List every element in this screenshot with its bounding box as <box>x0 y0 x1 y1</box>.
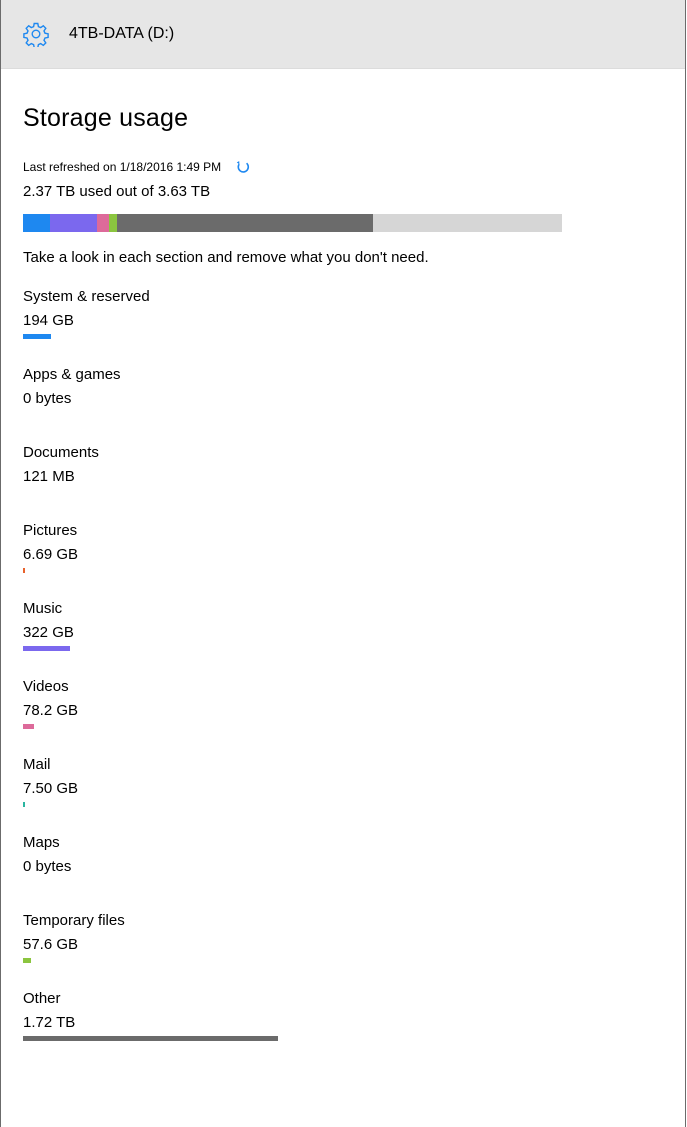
category-name: System & reserved <box>23 288 150 305</box>
total-usage-bar <box>23 214 562 232</box>
hint-text: Take a look in each section and remove w… <box>23 249 429 266</box>
category-item[interactable]: Music 322 GB <box>23 599 685 657</box>
category-usage-bar <box>23 334 52 339</box>
category-item[interactable]: Documents 121 MB <box>23 443 685 501</box>
category-item[interactable]: Apps & games 0 bytes <box>23 365 685 423</box>
category-name: Music <box>23 600 63 617</box>
category-name: Other <box>23 990 61 1007</box>
category-name: Apps & games <box>23 366 121 383</box>
category-item[interactable]: Mail 7.50 GB <box>23 755 685 813</box>
category-usage-bar <box>23 802 25 807</box>
category-size: 6.69 GB <box>23 546 79 563</box>
category-item[interactable]: Other 1.72 TB <box>23 989 685 1047</box>
gear-icon[interactable] <box>23 21 49 47</box>
category-usage-bar <box>23 958 32 963</box>
title-bar: 4TB-DATA (D:) <box>1 0 685 69</box>
usage-segment-other <box>117 214 373 232</box>
category-list: System & reserved 194 GB Apps & games 0 byt… <box>23 287 685 1047</box>
category-name: Maps <box>23 834 60 851</box>
category-size: 322 GB <box>23 624 74 641</box>
usage-segment-system <box>23 214 51 232</box>
window-title: 4TB-DATA (D:) <box>69 25 175 42</box>
category-name: Videos <box>23 678 69 695</box>
category-size: 57.6 GB <box>23 936 79 953</box>
refresh-icon[interactable] <box>235 159 251 175</box>
category-usage-bar <box>23 568 25 573</box>
category-item[interactable]: System & reserved 194 GB <box>23 287 685 345</box>
category-name: Documents <box>23 444 99 461</box>
category-name: Mail <box>23 756 51 773</box>
category-name: Pictures <box>23 522 78 539</box>
storage-content: Storage usage Last refreshed on 1/18/201… <box>1 103 685 1047</box>
category-size: 121 MB <box>23 468 75 485</box>
category-item[interactable]: Pictures 6.69 GB <box>23 521 685 579</box>
category-size: 7.50 GB <box>23 780 79 797</box>
category-size: 194 GB <box>23 312 74 329</box>
last-refreshed-text: Last refreshed on 1/18/2016 1:49 PM <box>23 160 222 174</box>
category-size: 78.2 GB <box>23 702 79 719</box>
category-size: 0 bytes <box>23 390 72 407</box>
category-item[interactable]: Temporary files 57.6 GB <box>23 911 685 969</box>
usage-summary: 2.37 TB used out of 3.63 TB <box>23 183 211 200</box>
category-usage-bar <box>23 646 70 651</box>
category-size: 1.72 TB <box>23 1014 76 1031</box>
category-name: Temporary files <box>23 912 125 929</box>
refresh-row: Last refreshed on 1/18/2016 1:49 PM <box>23 159 685 175</box>
usage-segment-videos <box>97 214 109 232</box>
category-usage-bar <box>23 1036 278 1041</box>
category-size: 0 bytes <box>23 858 72 875</box>
category-item[interactable]: Maps 0 bytes <box>23 833 685 891</box>
settings-window: 4TB-DATA (D:) Storage usage Last refresh… <box>0 0 686 1127</box>
usage-segment-temp <box>108 214 118 232</box>
category-usage-bar <box>23 724 35 729</box>
page-title: Storage usage <box>23 104 189 132</box>
category-item[interactable]: Videos 78.2 GB <box>23 677 685 735</box>
usage-segment-music <box>50 214 98 232</box>
